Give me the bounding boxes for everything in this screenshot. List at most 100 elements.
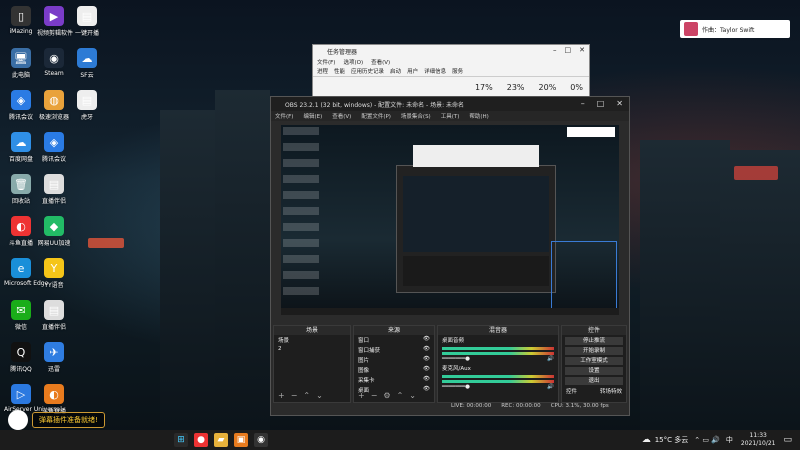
desktop-icon[interactable]: ▯ iMazing <box>4 6 38 35</box>
tab-transitions[interactable]: 转场特效 <box>600 387 622 395</box>
tray-icons[interactable]: ⌃ ▭ 🔊 <box>694 436 720 444</box>
chrome-icon[interactable]: ● <box>194 433 208 447</box>
source-item[interactable]: 图像 👁 <box>354 365 434 375</box>
tab[interactable]: 应用历史记录 <box>351 67 384 75</box>
folder-icon[interactable]: ▰ <box>214 433 228 447</box>
tab[interactable]: 服务 <box>452 67 463 75</box>
menu-item[interactable]: 文件(F) <box>317 58 335 66</box>
tab[interactable]: 进程 <box>317 67 328 75</box>
desktop-icon[interactable]: ✈ 迅雷 <box>37 342 71 373</box>
desktop-icon[interactable]: 🗑 回收站 <box>4 174 38 205</box>
notification-center-icon[interactable]: ▭ <box>783 435 792 445</box>
start-recording-button[interactable]: 开始录制 <box>565 347 623 355</box>
minimize-icon[interactable]: – <box>553 46 557 54</box>
menu-profile[interactable]: 配置文件(P) <box>361 112 391 120</box>
desktop-icon[interactable]: ▤ 虎牙 <box>70 90 104 121</box>
obs-window[interactable]: OBS 23.2.1 (32 bit, windows) - 配置文件: 未命名… <box>270 96 630 416</box>
volume-slider[interactable]: ━━━━━━━● <box>442 356 470 362</box>
now-playing-notification[interactable]: 作曲：Taylor Swift <box>680 20 790 38</box>
menu-tools[interactable]: 工具(T) <box>441 112 460 120</box>
source-item[interactable]: 图片 👁 <box>354 355 434 365</box>
tab[interactable]: 性能 <box>334 67 345 75</box>
desktop-icon[interactable]: ▤ 直播伴侣 <box>37 300 71 331</box>
source-item[interactable]: 窗口捕获 👁 <box>354 345 434 355</box>
obs-icon[interactable]: ◉ <box>254 433 268 447</box>
eye-icon[interactable]: 👁 <box>423 386 430 394</box>
volume-controls: ━━━━━━━● 🔊 <box>438 355 558 363</box>
desktop-icon[interactable]: 🖥 此电脑 <box>4 48 38 79</box>
desktop-icon-label: 迅雷 <box>47 366 60 373</box>
desktop-icon[interactable]: ◍ 极速浏览器 <box>37 90 71 121</box>
desktop-icon[interactable]: ☁ 百度网盘 <box>4 132 38 163</box>
tab[interactable]: 详细信息 <box>424 67 446 75</box>
obs-title: OBS 23.2.1 (32 bit, windows) - 配置文件: 未命名… <box>285 101 465 109</box>
task-manager-window[interactable]: 任务管理器 – □ ✕ 文件(F) 选项(O) 查看(V) 进程 性能 应用历史记录… <box>312 44 590 102</box>
up-icon[interactable]: ⌃ <box>303 391 310 400</box>
desktop-icon[interactable]: ▤ 直播伴侣 <box>37 174 71 205</box>
desktop-icon[interactable]: ✉ 微信 <box>4 300 38 331</box>
obs-titlebar[interactable]: OBS 23.2.1 (32 bit, windows) - 配置文件: 未命名… <box>271 97 629 111</box>
exit-button[interactable]: 退出 <box>565 377 623 385</box>
minimize-icon[interactable]: – <box>581 99 585 108</box>
eye-icon[interactable]: 👁 <box>423 336 430 344</box>
desktop-icon[interactable]: ◈ 腾讯会议 <box>4 90 38 121</box>
obs-preview[interactable] <box>281 125 619 315</box>
task-manager-titlebar[interactable]: 任务管理器 – □ ✕ <box>313 45 589 57</box>
desktop-icon[interactable]: e Microsoft Edge <box>4 258 48 287</box>
settings-button[interactable]: 设置 <box>565 367 623 375</box>
volume-slider[interactable]: ━━━━━━━● <box>442 384 470 390</box>
clock[interactable]: 11:33 2021/10/21 <box>741 432 776 448</box>
desktop-icon[interactable]: Y YY语音 <box>37 258 71 289</box>
desktop-icon[interactable]: ◉ Steam <box>37 48 71 77</box>
add-icon[interactable]: + <box>358 391 365 400</box>
menu-edit[interactable]: 编辑(E) <box>303 112 322 120</box>
down-icon[interactable]: ⌄ <box>409 391 416 400</box>
ime-indicator[interactable]: 中 <box>726 435 733 445</box>
desktop-icon[interactable]: ☁ SF云 <box>70 48 104 79</box>
menu-view[interactable]: 查看(V) <box>332 112 351 120</box>
close-icon[interactable]: ✕ <box>579 46 585 54</box>
app-icon[interactable]: ▣ <box>234 433 248 447</box>
source-item[interactable]: 采集卡 👁 <box>354 375 434 385</box>
eye-icon[interactable]: 👁 <box>423 356 430 364</box>
desktop-icon[interactable]: ◈ 腾讯会议 <box>37 132 71 163</box>
maximize-icon[interactable]: □ <box>597 99 605 108</box>
scene-item[interactable]: 场景 <box>274 335 350 345</box>
source-item[interactable]: 窗口 👁 <box>354 335 434 345</box>
maximize-icon[interactable]: □ <box>565 46 572 54</box>
danmaku-plugin[interactable]: 弹幕插件准备就绪! <box>8 410 105 430</box>
desktop-icon[interactable]: ▤ 一键开播 <box>70 6 104 37</box>
airserver-icon: ▷ <box>11 384 31 404</box>
speaker-icon[interactable]: 🔊 <box>547 384 554 390</box>
desktop-icon[interactable]: ◐ 斗鱼直播 <box>4 216 38 247</box>
weather-text[interactable]: 15°C 多云 <box>655 435 689 445</box>
eye-icon[interactable]: 👁 <box>423 376 430 384</box>
tab-controls[interactable]: 控件 <box>566 387 577 395</box>
tab[interactable]: 启动 <box>390 67 401 75</box>
yy-icon: Y <box>44 258 64 278</box>
scene-item[interactable]: 2 <box>274 345 350 353</box>
menu-help[interactable]: 帮助(H) <box>469 112 488 120</box>
eye-icon[interactable]: 👁 <box>423 346 430 354</box>
up-icon[interactable]: ⌃ <box>397 391 404 400</box>
remove-icon[interactable]: − <box>371 391 378 400</box>
desktop-icon[interactable]: Q 腾讯QQ <box>4 342 38 373</box>
start-icon[interactable]: ⊞ <box>174 433 188 447</box>
desktop-icon[interactable]: ◆ 网易UU加速 <box>37 216 71 247</box>
close-icon[interactable]: ✕ <box>616 99 623 108</box>
desktop-icon[interactable]: ▶ 视频剪辑软件 <box>37 6 73 37</box>
down-icon[interactable]: ⌄ <box>316 391 323 400</box>
menu-item[interactable]: 选项(O) <box>343 58 363 66</box>
add-icon[interactable]: + <box>278 391 285 400</box>
menu-scene-collection[interactable]: 场景集合(S) <box>401 112 431 120</box>
remove-icon[interactable]: − <box>291 391 298 400</box>
tab[interactable]: 用户 <box>407 67 418 75</box>
menu-item[interactable]: 查看(V) <box>371 58 390 66</box>
stop-streaming-button[interactable]: 停止推流 <box>565 337 623 345</box>
gear-icon[interactable]: ⚙ <box>383 391 390 400</box>
menu-file[interactable]: 文件(F) <box>275 112 293 120</box>
eye-icon[interactable]: 👁 <box>423 366 430 374</box>
speaker-icon[interactable]: 🔊 <box>547 356 554 362</box>
studio-mode-button[interactable]: 工作室模式 <box>565 357 623 365</box>
desktop-icon[interactable]: ▷ AirServer Universal <box>4 384 62 413</box>
